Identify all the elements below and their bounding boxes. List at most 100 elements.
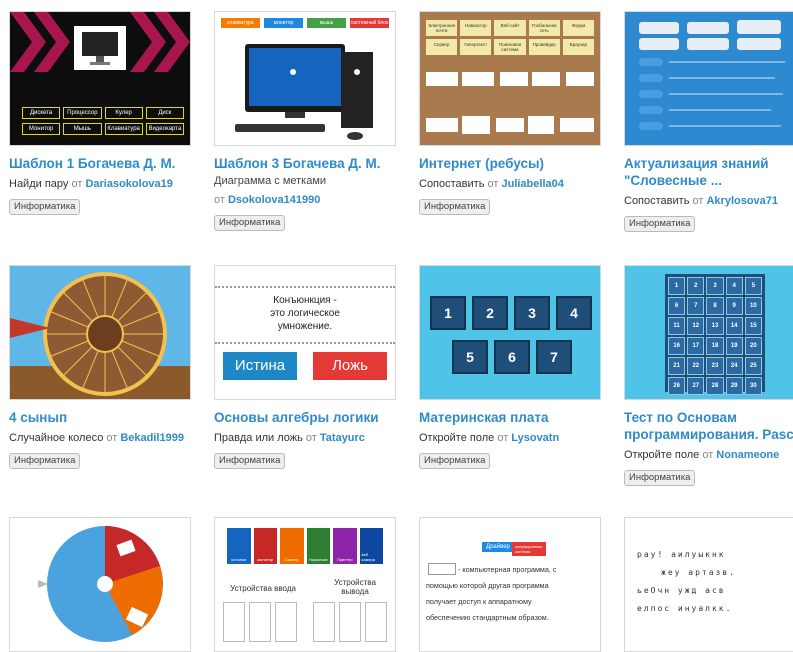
card-meta: Сопоставить от Akrylosova71 — [624, 194, 793, 209]
number-box: 11 — [668, 317, 686, 335]
author-link[interactable]: Lysovatn — [511, 432, 559, 444]
activity-card[interactable]: клавиатура монитор мышь системный блок Ш… — [214, 11, 396, 231]
card-title[interactable]: Основы алгебры логики — [214, 409, 396, 426]
drop-slot — [223, 602, 245, 642]
author-link[interactable]: Juliabella04 — [501, 178, 563, 190]
device-tile: веб камера — [359, 528, 383, 564]
activity-type: Откройте поле — [624, 449, 700, 461]
card-title[interactable]: Шаблон 1 Богачева Д. М. — [9, 155, 191, 172]
by-label: от — [702, 449, 714, 461]
activity-type: Сопоставить — [624, 195, 690, 207]
activity-card[interactable]: Драйвер операционная система - компьютер… — [419, 517, 601, 652]
card-title[interactable]: Тест по Основам программирования. Pascal — [624, 409, 793, 443]
number-box: 5 — [744, 277, 762, 295]
device-tile: Наушники — [306, 528, 330, 564]
activity-type: Сопоставить — [419, 178, 485, 190]
card-title[interactable]: Материнская плата — [419, 409, 601, 426]
number-box: 3 — [514, 296, 550, 330]
subject-tag[interactable]: Информатика — [214, 453, 286, 469]
author-link[interactable]: Dariasokolova19 — [85, 178, 172, 190]
card-title[interactable]: 4 сынып — [9, 409, 191, 426]
card-thumbnail[interactable]: Конъюнкция - это логическое умножение. И… — [214, 265, 396, 400]
subject-tag[interactable]: Информатика — [624, 470, 696, 486]
card-thumbnail[interactable] — [9, 517, 191, 652]
card-title[interactable]: Интернет (ребусы) — [419, 155, 601, 172]
author-link[interactable]: Dsokolova141990 — [228, 194, 320, 206]
card-thumbnail[interactable]: Дискета Процессор Кулер Диск Монитор Мыш… — [9, 11, 191, 146]
by-label: от — [106, 432, 118, 444]
number-box: 29 — [725, 377, 743, 395]
drop-slot — [249, 602, 271, 642]
activity-type: Найди пару — [9, 178, 69, 190]
pair-tile: Дискета — [22, 107, 61, 119]
activity-card[interactable]: 1 2 3 4 5 6 7 Материнская плата Откройте… — [419, 265, 601, 469]
number-box: 28 — [706, 377, 724, 395]
by-label: от — [487, 178, 499, 190]
number-box: 1 — [668, 277, 686, 295]
drop-slot — [313, 602, 335, 642]
true-button: Истина — [223, 352, 297, 380]
card-meta: Случайное колесо от Bekadil1999 — [9, 431, 191, 446]
pair-tile: Процессор — [63, 107, 102, 119]
card-thumbnail[interactable]: Электронная почта Навигатор Веб-сайт Гло… — [419, 11, 601, 146]
device-tile: Сканер — [280, 528, 304, 564]
number-box: 19 — [725, 337, 743, 355]
number-box: 26 — [668, 377, 686, 395]
author-link[interactable]: Nonameone — [716, 449, 779, 461]
activity-card[interactable]: 4 сынып Случайное колесо от Bekadil1999 … — [9, 265, 191, 469]
card-meta: Найди пару от Dariasokolova19 — [9, 177, 191, 192]
drop-slot — [365, 602, 387, 642]
card-thumbnail[interactable]: колонки монитор Сканер Наушники Принтер … — [214, 517, 396, 652]
number-box: 15 — [744, 317, 762, 335]
pair-tile: Диск — [145, 107, 184, 119]
card-thumbnail[interactable] — [9, 265, 191, 400]
number-box: 18 — [706, 337, 724, 355]
number-box: 16 — [668, 337, 686, 355]
activity-card[interactable]: Электронная почта Навигатор Веб-сайт Гло… — [419, 11, 601, 215]
pair-tile: Видеокарта — [145, 123, 184, 135]
diagram-label: клавиатура — [221, 18, 260, 28]
number-box: 9 — [725, 297, 743, 315]
number-box: 5 — [452, 340, 488, 374]
number-box: 10 — [744, 297, 762, 315]
drop-slot — [339, 602, 361, 642]
author-link[interactable]: Tatayurc — [320, 432, 365, 444]
activity-card[interactable]: 1 2 3 4 5 6 7 8 9 10 11 12 13 14 15 16 17 18 19 20 21 22 23 24 2… — [624, 265, 793, 486]
activity-card[interactable]: рау! аилуыкнк жеу артазв. ьеОчн ужд асв … — [624, 517, 793, 652]
device-tile: колонки — [227, 528, 251, 564]
card-thumbnail[interactable]: рау! аилуыкнк жеу артазв. ьеОчн ужд асв … — [624, 517, 793, 652]
card-thumbnail[interactable]: Драйвер операционная система - компьютер… — [419, 517, 601, 652]
subject-tag[interactable]: Информатика — [9, 199, 81, 215]
number-box: 8 — [706, 297, 724, 315]
number-box: 13 — [706, 317, 724, 335]
card-title[interactable]: Актуализация знаний "Словесные ... — [624, 155, 793, 189]
card-thumbnail[interactable]: 1 2 3 4 5 6 7 8 9 10 11 12 13 14 15 16 17 18 19 20 21 22 23 24 2… — [624, 265, 793, 400]
activity-card[interactable]: Конъюнкция - это логическое умножение. И… — [214, 265, 396, 469]
activity-card[interactable]: колонки монитор Сканер Наушники Принтер … — [214, 517, 396, 652]
author-link[interactable]: Akrylosova71 — [706, 195, 778, 207]
number-box: 1 — [430, 296, 466, 330]
by-label: от — [305, 432, 317, 444]
number-box: 20 — [744, 337, 762, 355]
group-heading: Устройства ввода — [230, 584, 296, 593]
subject-tag[interactable]: Информатика — [9, 453, 81, 469]
activity-card[interactable] — [9, 517, 191, 652]
author-link[interactable]: Bekadil1999 — [120, 432, 184, 444]
by-label: от — [497, 432, 509, 444]
by-label: от — [692, 195, 704, 207]
device-tile: монитор — [253, 528, 277, 564]
subject-tag[interactable]: Информатика — [419, 453, 491, 469]
subject-tag[interactable]: Информатика — [214, 215, 286, 231]
activity-card[interactable]: Актуализация знаний "Словесные ... Сопос… — [624, 11, 793, 232]
subject-tag[interactable]: Информатика — [624, 216, 696, 232]
activity-card[interactable]: Дискета Процессор Кулер Диск Монитор Мыш… — [9, 11, 191, 215]
pair-tile: Монитор — [22, 123, 61, 135]
card-meta: от Dsokolova141990 — [214, 193, 396, 208]
card-thumbnail[interactable]: 1 2 3 4 5 6 7 — [419, 265, 601, 400]
card-title[interactable]: Шаблон 3 Богачева Д. М. — [214, 155, 396, 172]
subject-tag[interactable]: Информатика — [419, 199, 491, 215]
anagram-lines: рау! аилуыкнк жеу артазв. ьеОчн ужд асв … — [637, 550, 736, 613]
card-thumbnail[interactable]: клавиатура монитор мышь системный блок — [214, 11, 396, 146]
card-thumbnail[interactable] — [624, 11, 793, 146]
number-box: 2 — [472, 296, 508, 330]
